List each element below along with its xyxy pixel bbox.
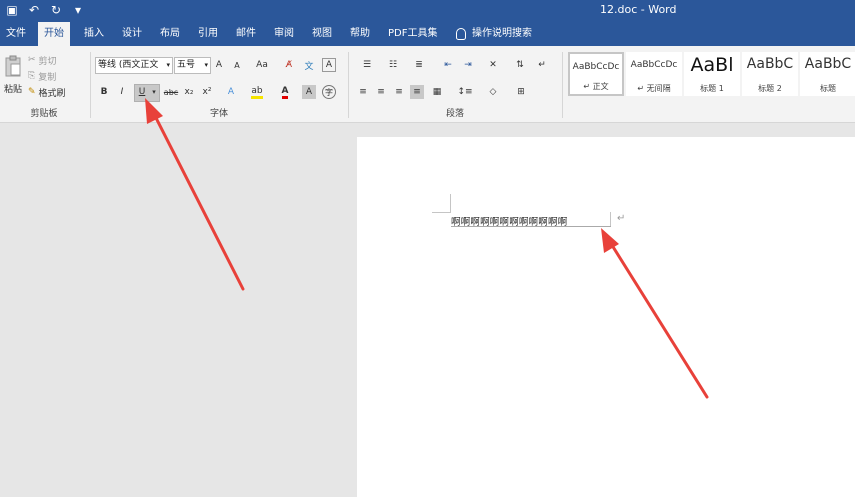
arrow-to-underline: [145, 98, 245, 291]
arrow-to-text: [601, 228, 709, 399]
annotation-arrows: [145, 98, 709, 399]
